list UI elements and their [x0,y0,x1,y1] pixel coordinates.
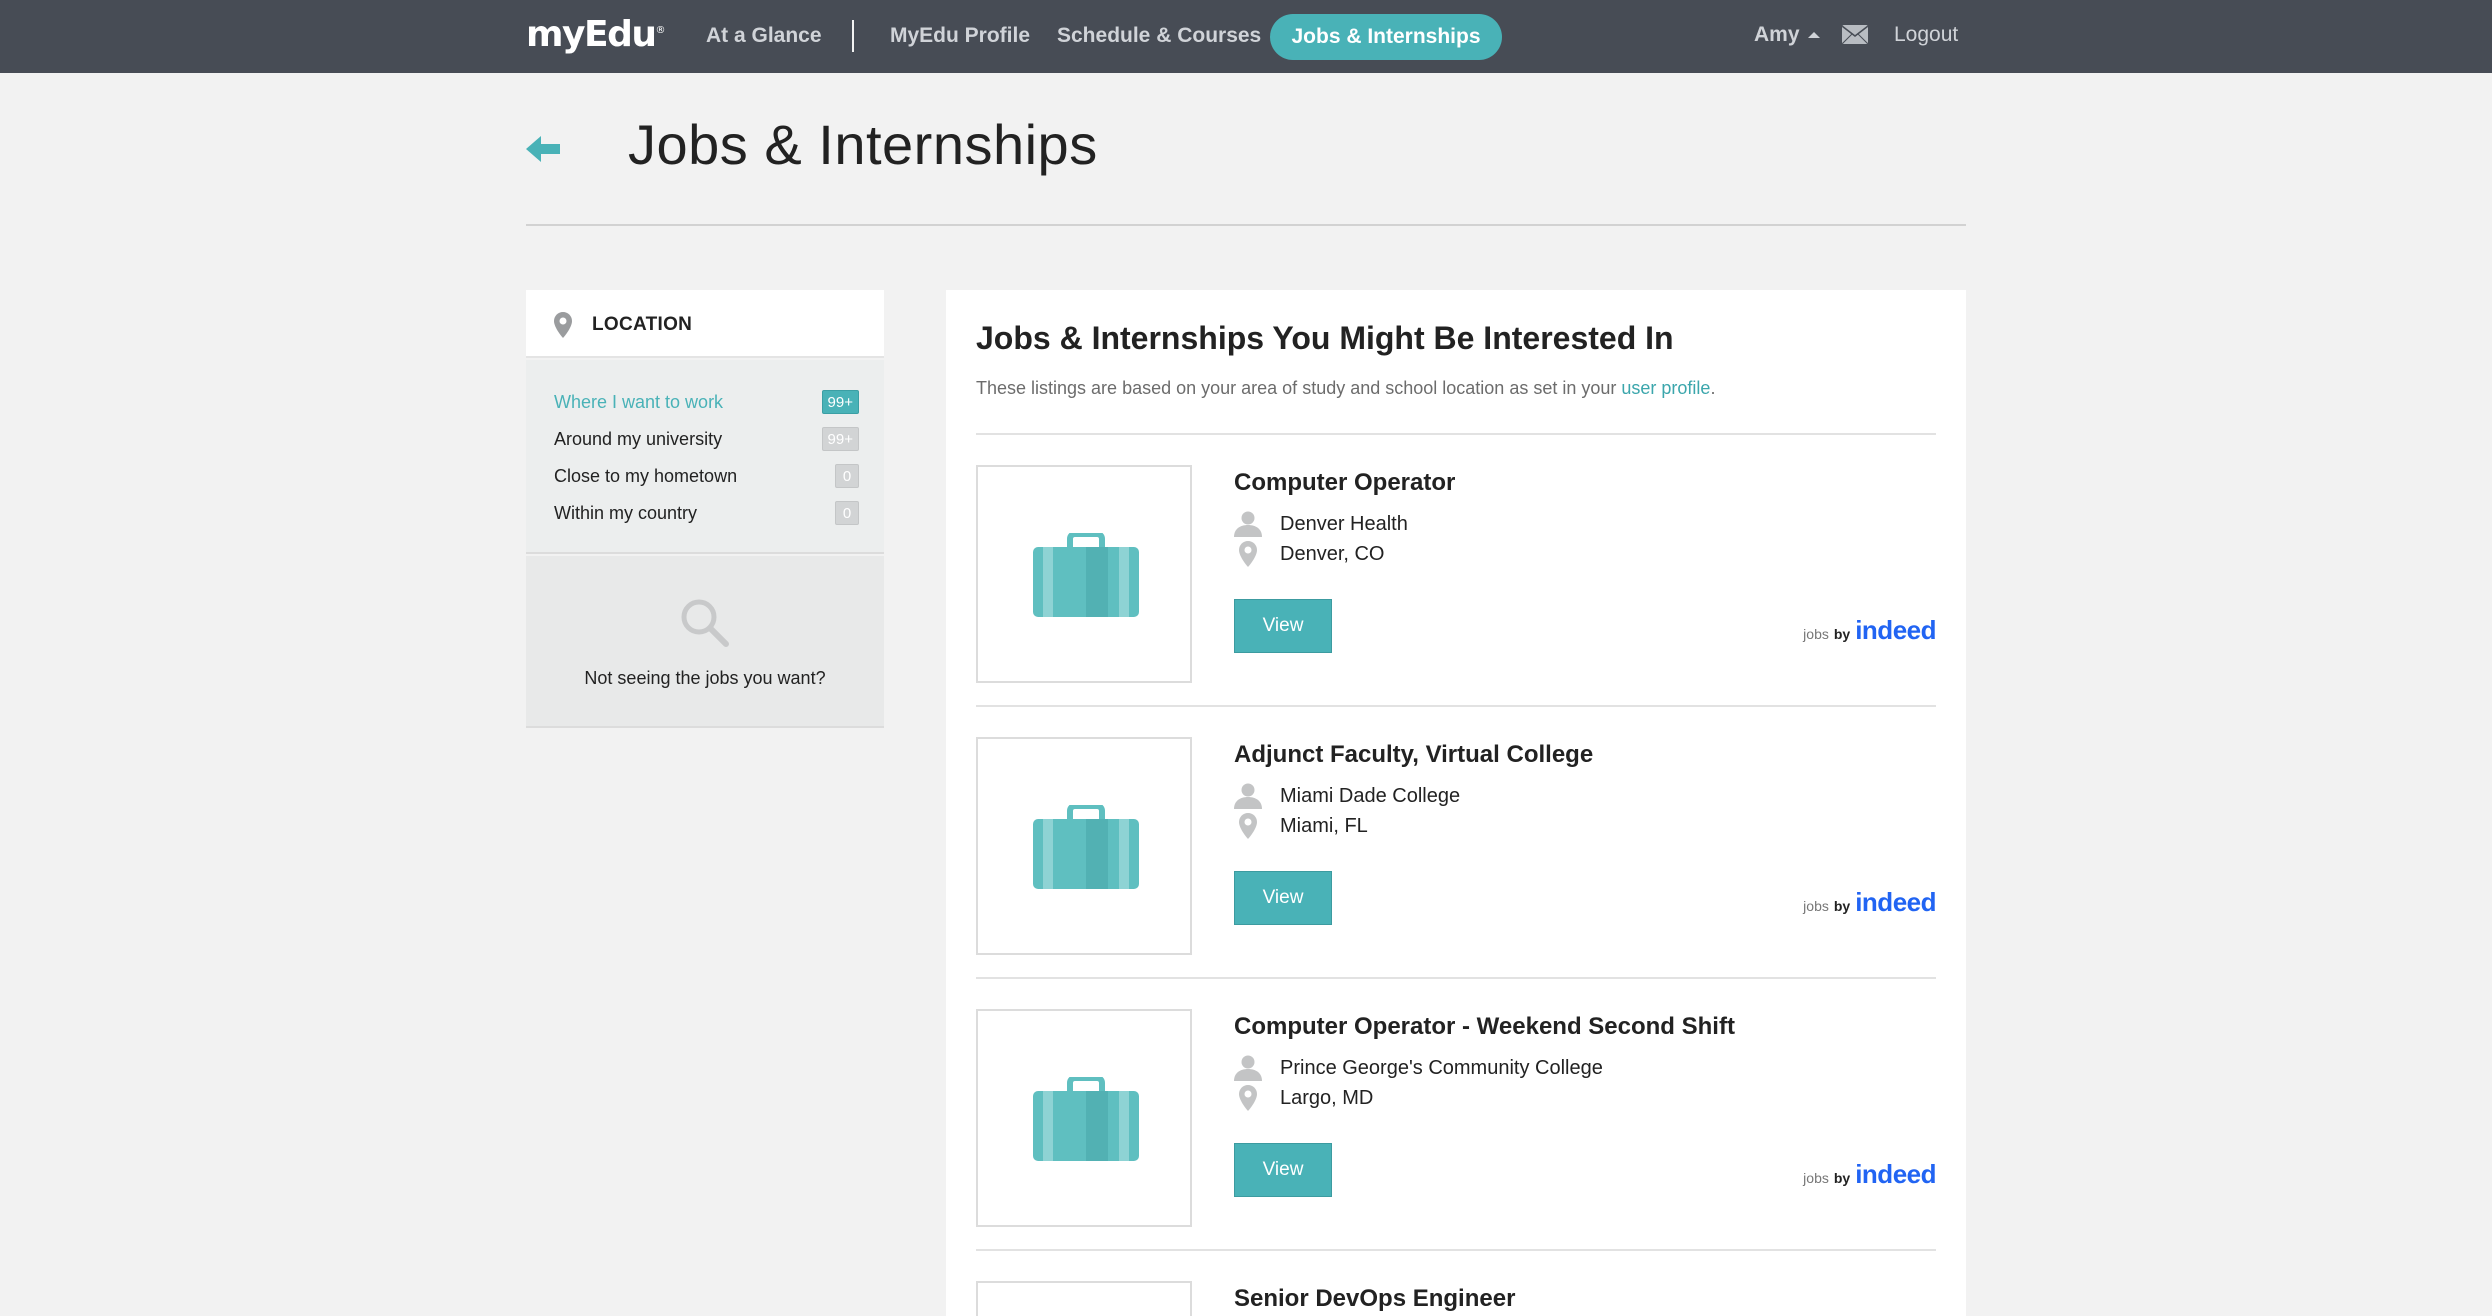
back-arrow-icon[interactable] [526,134,560,164]
top-navbar: myEdu® At a Glance MyEdu Profile Schedul… [0,0,2492,73]
attribution-by: by [1833,898,1851,914]
person-icon [1234,511,1262,537]
attribution-by: by [1833,1170,1851,1186]
location-filter-header: LOCATION [526,290,884,358]
location-pin-icon [1239,1085,1257,1111]
view-button[interactable]: View [1234,871,1332,925]
job-thumbnail[interactable] [976,1281,1192,1316]
attribution-by: by [1833,626,1851,642]
not-seeing-jobs-panel[interactable]: Not seeing the jobs you want? [526,556,884,728]
nav-myedu-profile[interactable]: MyEdu Profile [890,24,1030,48]
filter-where-i-want-to-work[interactable]: Where I want to work 99+ [554,387,859,417]
caret-up-icon [1807,32,1820,38]
header-divider [526,224,1966,226]
jobs-by-indeed-logo[interactable]: jobs by indeed [1803,887,1936,918]
count-badge: 99+ [821,427,859,451]
user-menu[interactable]: Amy [1754,23,1820,47]
job-listing: Adjunct Faculty, Virtual College Miami D… [976,707,1936,979]
filter-close-to-my-hometown[interactable]: Close to my hometown 0 [554,461,859,491]
person-icon [1234,1055,1262,1081]
job-thumbnail[interactable] [976,737,1192,955]
job-listing: Computer Operator Denver Health Denver, … [976,435,1936,707]
employer-name: Denver Health [1280,512,1408,535]
attribution-brand: indeed [1855,887,1936,917]
job-location: Miami, FL [1234,813,1368,839]
attribution-brand: indeed [1855,1159,1936,1189]
job-listing: Senior DevOps Engineer [976,1251,1936,1316]
view-button[interactable]: View [1234,1143,1332,1197]
subtitle-text: These listings are based on your area of… [976,378,1617,398]
jobs-by-indeed-logo[interactable]: jobs by indeed [1803,615,1936,646]
job-location: Largo, MD [1234,1085,1373,1111]
location-pin-icon [1239,541,1257,567]
location-pin-icon [1239,813,1257,839]
filter-within-my-country[interactable]: Within my country 0 [554,498,859,528]
subtitle-end: . [1710,378,1716,398]
employer-name: Miami Dade College [1280,784,1461,807]
jobs-panel: Jobs & Internships You Might Be Interest… [946,290,1966,1316]
job-title[interactable]: Computer Operator [1234,469,1455,497]
nav-schedule-courses[interactable]: Schedule & Courses [1057,24,1261,48]
filter-around-my-university[interactable]: Around my university 99+ [554,424,859,454]
location-name: Miami, FL [1280,814,1368,837]
job-location: Denver, CO [1234,541,1384,567]
job-employer: Denver Health [1234,511,1408,537]
logout-link[interactable]: Logout [1894,23,1958,47]
briefcase-icon [1033,805,1139,889]
user-name: Amy [1754,23,1800,46]
attribution-brand: indeed [1855,615,1936,645]
briefcase-icon [1033,1077,1139,1161]
job-title[interactable]: Adjunct Faculty, Virtual College [1234,741,1593,769]
job-employer: Prince George's Community College [1234,1055,1603,1081]
page-title: Jobs & Internships [628,113,1098,176]
count-badge: 99+ [821,390,859,414]
mail-icon[interactable] [1842,25,1868,44]
count-badge: 0 [835,464,859,488]
filter-label: Close to my hometown [554,465,738,486]
attribution-jobs: jobs [1803,1170,1829,1186]
jobs-panel-title: Jobs & Internships You Might Be Interest… [976,320,1674,356]
employer-name: Prince George's Community College [1280,1056,1603,1079]
job-listing: Computer Operator - Weekend Second Shift… [976,979,1936,1251]
search-icon [681,599,729,647]
job-thumbnail[interactable] [976,465,1192,683]
job-title[interactable]: Computer Operator - Weekend Second Shift [1234,1013,1735,1041]
view-button[interactable]: View [1234,599,1332,653]
job-title[interactable]: Senior DevOps Engineer [1234,1285,1515,1313]
location-name: Denver, CO [1280,542,1385,565]
nav-at-a-glance[interactable]: At a Glance [706,24,822,48]
jobs-panel-subtitle: These listings are based on your area of… [976,378,1715,399]
logo-text: myEdu [526,14,657,55]
person-icon [1234,783,1262,809]
job-employer: Miami Dade College [1234,783,1460,809]
attribution-jobs: jobs [1803,898,1829,914]
location-filter-list: Where I want to work 99+ Around my unive… [526,360,884,554]
filter-label: Within my country [554,502,698,523]
filter-label: Around my university [554,428,723,449]
not-seeing-jobs-text: Not seeing the jobs you want? [584,668,826,688]
location-name: Largo, MD [1280,1086,1374,1109]
user-profile-link[interactable]: user profile [1621,378,1710,398]
location-pin-icon [554,312,572,338]
filter-label: Where I want to work [554,391,724,412]
briefcase-icon [1033,533,1139,617]
jobs-by-indeed-logo[interactable]: jobs by indeed [1803,1159,1936,1190]
location-heading: LOCATION [592,314,693,335]
job-thumbnail[interactable] [976,1009,1192,1227]
nav-jobs-internships[interactable]: Jobs & Internships [1270,14,1502,60]
count-badge: 0 [835,501,859,525]
attribution-jobs: jobs [1803,626,1829,642]
nav-divider [852,20,854,52]
myedu-logo[interactable]: myEdu® [526,14,665,55]
